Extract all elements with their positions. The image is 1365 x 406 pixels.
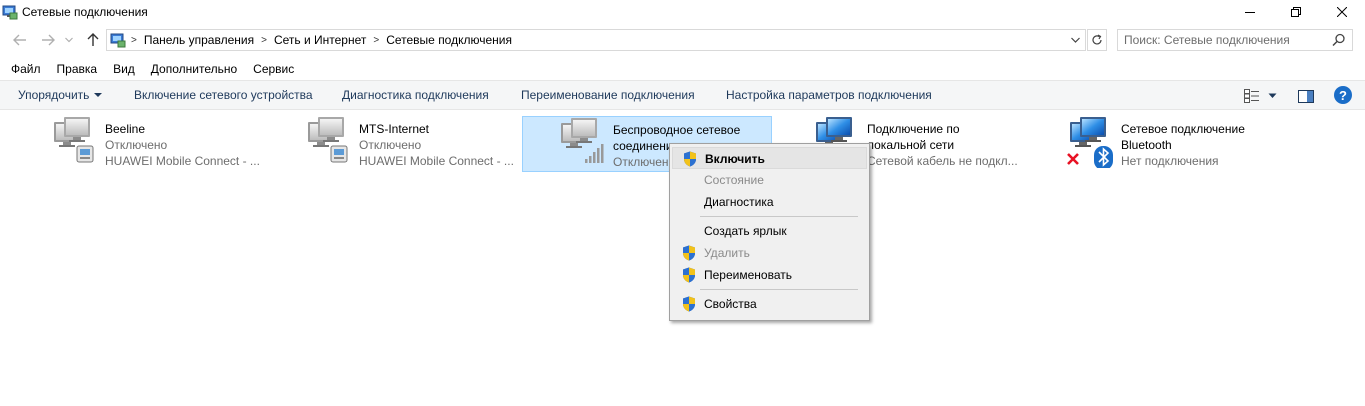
context-menu-create-shortcut[interactable]: Создать ярлык <box>672 220 867 242</box>
connection-name-line2: Bluetooth <box>1121 138 1172 152</box>
connection-device: HUAWEI Mobile Connect - ... <box>359 154 514 168</box>
organize-label: Упорядочить <box>18 88 90 102</box>
menu-file[interactable]: Файл <box>11 61 41 76</box>
connection-name: MTS-Internet <box>359 122 430 136</box>
menu-advanced[interactable]: Дополнительно <box>151 61 237 76</box>
view-options-button[interactable] <box>1268 86 1277 106</box>
connection-name-line1: Подключение по <box>867 122 960 136</box>
minimize-icon <box>1245 12 1255 13</box>
connection-name-line2: локальной сети <box>867 138 955 152</box>
wireless-connection-icon <box>557 117 611 169</box>
control-panel-icon <box>110 33 126 48</box>
network-connections-icon <box>2 5 18 20</box>
connection-status: Отключено <box>359 138 422 152</box>
context-menu-diagnostics-label: Диагностика <box>704 195 774 209</box>
menu-edit[interactable]: Правка <box>57 61 98 76</box>
context-menu-enable[interactable]: Включить <box>672 147 867 169</box>
close-icon <box>1337 7 1347 17</box>
modem-connection-icon <box>304 116 358 168</box>
address-bar[interactable]: > Панель управления > Сеть и Интернет > … <box>106 29 1086 51</box>
close-button[interactable] <box>1319 0 1365 24</box>
change-view-button[interactable] <box>1244 86 1260 106</box>
menu-view[interactable]: Вид <box>113 61 135 76</box>
context-menu-properties-label: Свойства <box>704 297 757 311</box>
recent-locations-button[interactable] <box>62 30 76 50</box>
arrow-right-icon <box>42 34 55 46</box>
chevron-down-icon <box>94 92 103 97</box>
arrow-up-icon <box>87 33 99 46</box>
context-menu-separator <box>700 216 858 217</box>
breadcrumb: > Панель управления > Сеть и Интернет > … <box>131 33 512 47</box>
preview-pane-icon <box>1298 89 1314 103</box>
restore-icon <box>1291 7 1301 17</box>
connection-name: Beeline <box>105 122 146 136</box>
connection-item-beeline[interactable]: Beeline Отключено HUAWEI Mobile Connect … <box>50 116 290 172</box>
minimize-button[interactable] <box>1227 0 1273 24</box>
restore-button[interactable] <box>1273 0 1319 24</box>
uac-shield-icon <box>682 267 696 283</box>
breadcrumb-separator-icon[interactable]: > <box>373 35 379 46</box>
menu-bar: Файл Правка Вид Дополнительно Сервис <box>0 58 1365 78</box>
chevron-down-icon <box>65 37 73 43</box>
chevron-down-icon <box>1268 93 1277 98</box>
preview-pane-button[interactable] <box>1298 86 1314 106</box>
menu-tools[interactable]: Сервис <box>253 61 294 76</box>
connection-status: Сетевой кабель не подкл... <box>867 154 1018 168</box>
context-menu-shortcut-label: Создать ярлык <box>704 224 787 238</box>
connection-status: Нет подключения <box>1121 154 1219 168</box>
context-menu-properties[interactable]: Свойства <box>672 293 867 315</box>
title-bar: Сетевые подключения <box>0 0 1365 24</box>
organize-button[interactable]: Упорядочить <box>18 88 103 102</box>
breadcrumb-network-internet[interactable]: Сеть и Интернет <box>274 33 366 47</box>
diagnose-button[interactable]: Диагностика подключения <box>342 88 489 102</box>
search-icon[interactable] <box>1332 33 1346 47</box>
context-menu-delete[interactable]: Удалить <box>672 242 867 264</box>
help-icon: ? <box>1339 87 1347 103</box>
search-box[interactable] <box>1117 29 1353 51</box>
context-menu-enable-label: Включить <box>705 152 765 166</box>
command-bar: Упорядочить Включение сетевого устройств… <box>0 80 1365 110</box>
connection-name-line1: Сетевое подключение <box>1121 122 1245 136</box>
context-menu-diagnostics[interactable]: Диагностика <box>672 191 867 213</box>
chevron-down-icon <box>1070 37 1080 43</box>
breadcrumb-network-connections[interactable]: Сетевые подключения <box>386 33 512 47</box>
connection-settings-button[interactable]: Настройка параметров подключения <box>726 88 932 102</box>
back-button[interactable] <box>10 30 30 50</box>
uac-shield-icon <box>683 151 697 167</box>
breadcrumb-separator-icon[interactable]: > <box>131 35 137 46</box>
arrow-left-icon <box>13 34 26 46</box>
bluetooth-connection-icon <box>1066 116 1120 170</box>
connection-name-line1: Беспроводное сетевое <box>613 123 741 137</box>
refresh-button[interactable] <box>1087 29 1107 51</box>
details-view-icon <box>1244 89 1259 103</box>
refresh-icon <box>1092 34 1102 45</box>
context-menu-rename[interactable]: Переименовать <box>672 264 867 286</box>
context-menu-status-label: Состояние <box>704 173 764 187</box>
context-menu-delete-label: Удалить <box>704 246 750 260</box>
up-button[interactable] <box>83 30 103 50</box>
breadcrumb-control-panel[interactable]: Панель управления <box>144 33 254 47</box>
connection-device: HUAWEI Mobile Connect - ... <box>105 154 260 168</box>
uac-shield-icon <box>682 245 696 261</box>
breadcrumb-separator-icon[interactable]: > <box>261 35 267 46</box>
context-menu-status[interactable]: Состояние <box>672 169 867 191</box>
address-dropdown-button[interactable] <box>1067 31 1083 49</box>
context-menu-separator <box>700 289 858 290</box>
window-title: Сетевые подключения <box>22 5 148 19</box>
forward-button[interactable] <box>38 30 58 50</box>
connection-status: Отключено <box>105 138 168 152</box>
search-input[interactable] <box>1124 32 1324 48</box>
rename-connection-button[interactable]: Переименование подключения <box>521 88 695 102</box>
navigation-bar: > Панель управления > Сеть и Интернет > … <box>0 26 1365 54</box>
connection-item-mts-internet[interactable]: MTS-Internet Отключено HUAWEI Mobile Con… <box>304 116 544 172</box>
context-menu-rename-label: Переименовать <box>704 268 792 282</box>
help-button[interactable]: ? <box>1334 86 1352 104</box>
modem-connection-icon <box>50 116 104 168</box>
context-menu: Включить Состояние Диагностика Создать я… <box>669 143 870 321</box>
uac-shield-icon <box>682 296 696 312</box>
enable-device-button[interactable]: Включение сетевого устройства <box>134 88 313 102</box>
connection-item-bluetooth[interactable]: Сетевое подключение Bluetooth Нет подклю… <box>1066 116 1326 172</box>
